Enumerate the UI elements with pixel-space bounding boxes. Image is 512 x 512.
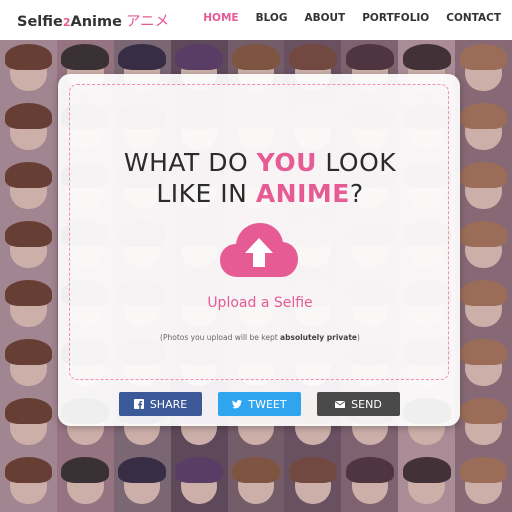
privacy-emphasis: absolutely private: [280, 333, 358, 342]
privacy-text: (Photos you upload will be kept: [160, 333, 281, 342]
twitter-tweet-label: TWEET: [248, 397, 287, 411]
main-nav: HOME BLOG ABOUT PORTFOLIO CONTACT: [203, 12, 501, 24]
top-navbar: Selfie2Anime アニメ HOME BLOG ABOUT PORTFOLI…: [0, 0, 512, 40]
nav-blog[interactable]: BLOG: [256, 12, 288, 24]
share-buttons: SHARE TWEET SEND: [58, 392, 460, 416]
headline-text: ?: [349, 179, 364, 208]
nav-home[interactable]: HOME: [203, 12, 238, 24]
brand-name-suffix: Anime: [70, 14, 122, 30]
nav-contact[interactable]: CONTACT: [446, 12, 501, 24]
headline-text: LIKE IN: [156, 179, 256, 208]
twitter-icon: [232, 400, 243, 409]
nav-about[interactable]: ABOUT: [304, 12, 345, 24]
facebook-share-label: SHARE: [149, 397, 188, 411]
brand-name-two: 2: [62, 16, 71, 29]
headline-highlight-you: YOU: [256, 148, 317, 177]
upload-selfie-label[interactable]: Upload a Selfie: [70, 295, 450, 311]
facebook-icon: [133, 399, 144, 409]
cloud-upload-icon[interactable]: [220, 221, 298, 279]
privacy-note: (Photos you upload will be kept absolute…: [70, 333, 450, 342]
twitter-tweet-button[interactable]: TWEET: [218, 392, 301, 416]
email-send-button[interactable]: SEND: [317, 392, 400, 416]
brand-japanese: アニメ: [125, 14, 170, 30]
upload-card: WHAT DO YOU LOOK LIKE IN ANIME? Upload a…: [58, 74, 460, 426]
upload-dropzone[interactable]: WHAT DO YOU LOOK LIKE IN ANIME? Upload a…: [69, 84, 449, 380]
nav-portfolio[interactable]: PORTFOLIO: [362, 12, 429, 24]
brand-logo[interactable]: Selfie2Anime アニメ: [17, 10, 169, 31]
headline-text: LOOK: [316, 148, 397, 177]
privacy-text: ): [357, 333, 360, 342]
headline-highlight-anime: ANIME: [255, 179, 350, 208]
headline-text: WHAT DO: [123, 148, 257, 177]
facebook-share-button[interactable]: SHARE: [119, 392, 202, 416]
brand-name-prefix: Selfie: [17, 14, 63, 30]
envelope-icon: [335, 401, 346, 408]
email-send-label: SEND: [351, 397, 382, 411]
hero-headline: WHAT DO YOU LOOK LIKE IN ANIME?: [70, 147, 450, 209]
